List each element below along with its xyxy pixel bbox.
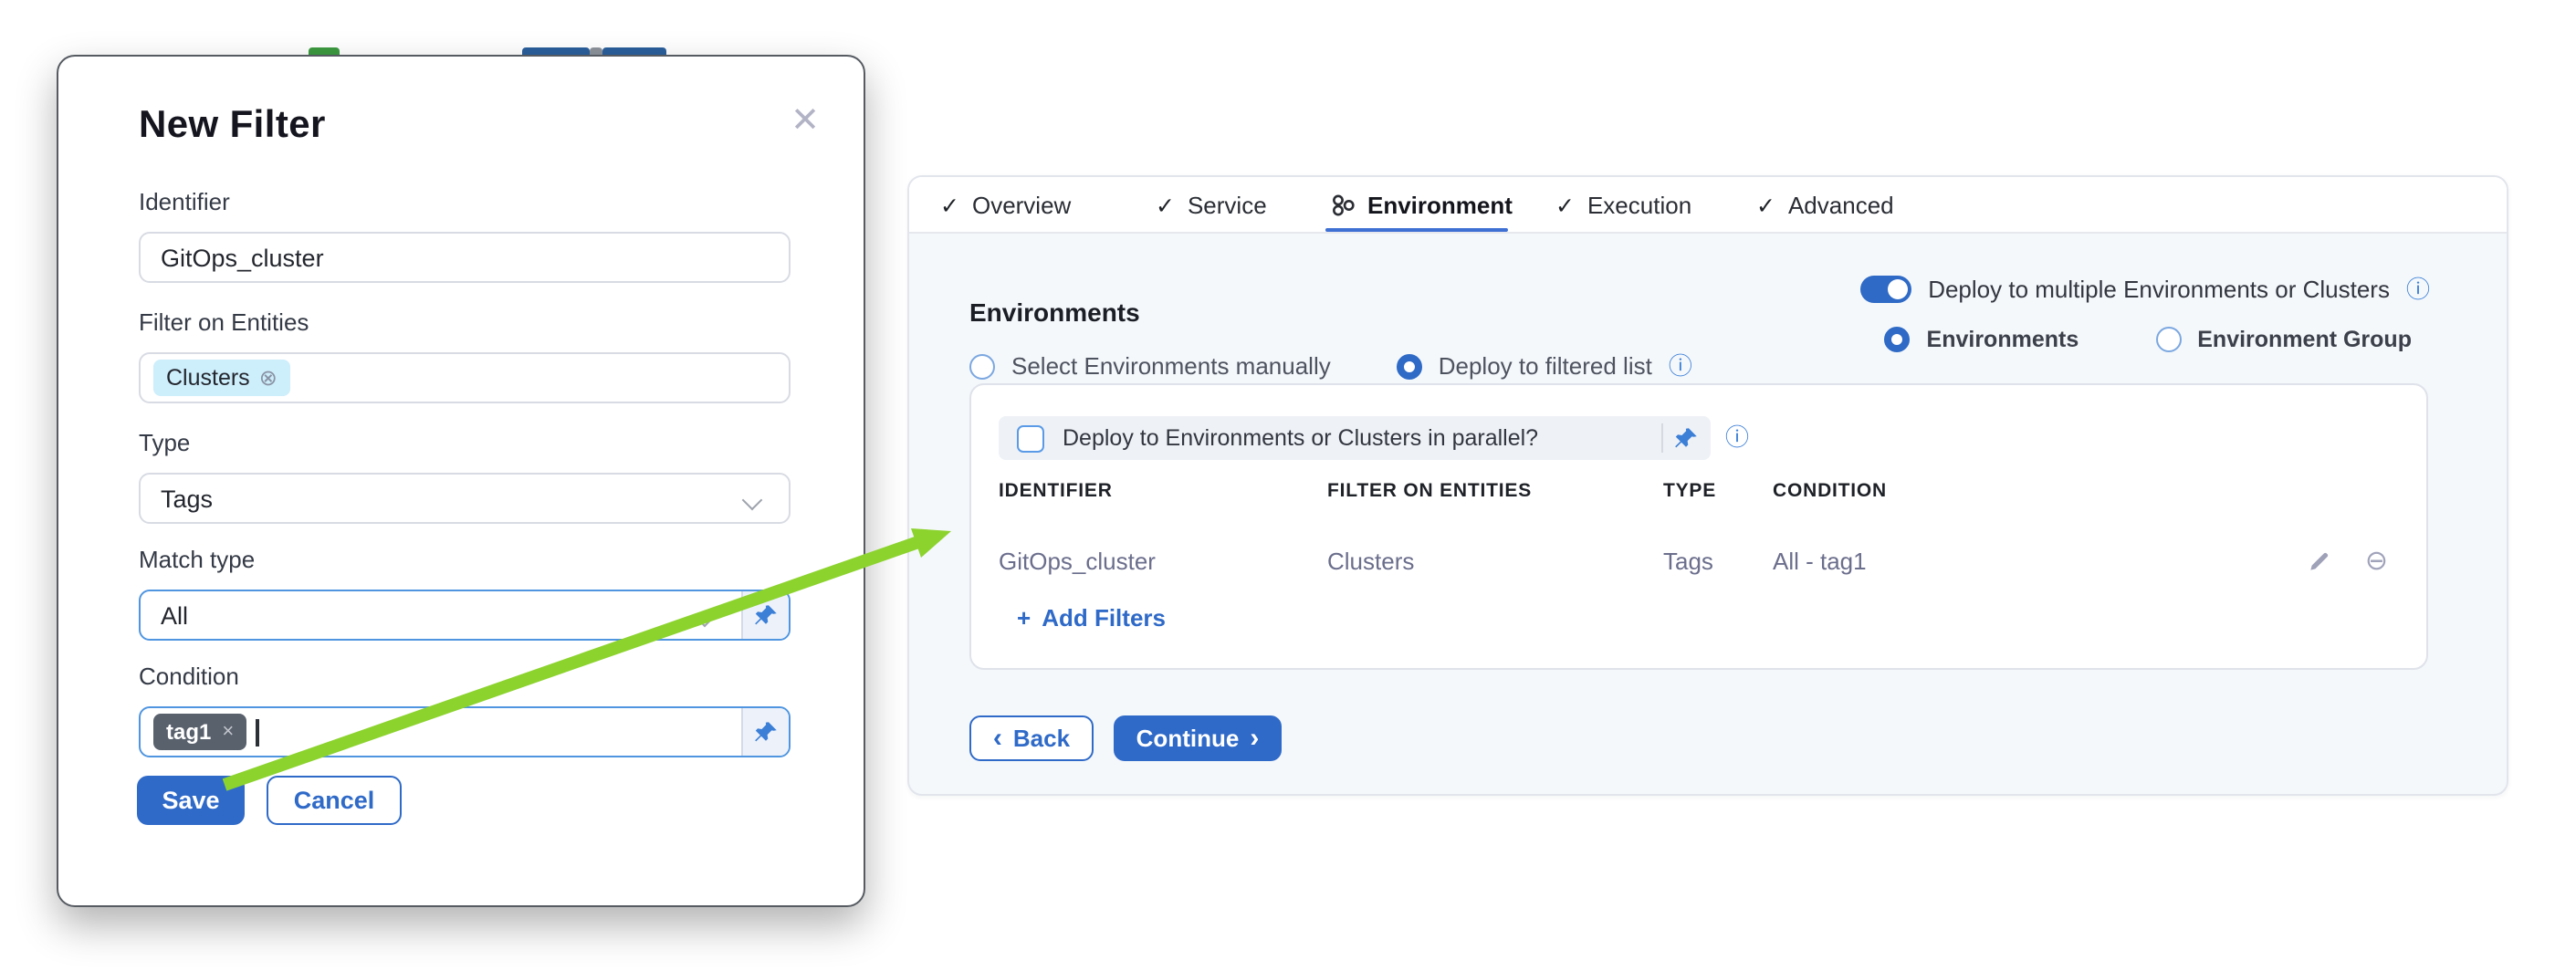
pin-button[interactable] (741, 708, 789, 756)
check-icon: ✓ (1555, 191, 1575, 218)
radio-environments-label: Environments (1927, 327, 2079, 352)
parallel-checkbox[interactable] (1017, 424, 1044, 452)
save-button-label: Save (162, 787, 219, 814)
multi-env-toggle[interactable] (1860, 276, 1911, 303)
pin-icon (1674, 426, 1698, 450)
cancel-button[interactable]: Cancel (267, 776, 402, 825)
chevron-left-icon: ‹ (993, 725, 1002, 752)
tab-service[interactable]: ✓ Service (1156, 177, 1267, 232)
table-row[interactable]: GitOps_cluster Clusters Tags All - tag1 … (999, 538, 2399, 582)
add-filters-button[interactable]: + Add Filters (1017, 604, 1166, 632)
type-label: Type (139, 429, 190, 456)
multi-env-toggle-row: Deploy to multiple Environments or Clust… (1860, 276, 2430, 303)
radio-environment-group[interactable] (2155, 327, 2181, 352)
toggle-knob (1888, 279, 1908, 299)
pin-button[interactable] (1674, 426, 1698, 450)
type-select[interactable]: Tags (139, 473, 791, 524)
radio-deploy-filtered[interactable] (1397, 353, 1422, 379)
wizard-tabbar: ✓ Overview ✓ Service Environment ✓ Execu… (909, 177, 2507, 234)
chevron-down-icon (742, 490, 763, 511)
save-button[interactable]: Save (137, 776, 245, 825)
tab-overview[interactable]: ✓ Overview (940, 177, 1071, 232)
parallel-checkbox-label: Deploy to Environments or Clusters in pa… (1063, 425, 1661, 451)
type-value: Tags (161, 485, 213, 512)
pin-button[interactable] (741, 591, 789, 639)
col-filter-on-entities: FILTER ON ENTITIES (1327, 480, 1663, 502)
divider (1661, 423, 1663, 453)
tab-label: Execution (1587, 191, 1691, 218)
tab-execution[interactable]: ✓ Execution (1555, 177, 1691, 232)
tab-advanced[interactable]: ✓ Advanced (1756, 177, 1894, 232)
match-type-select[interactable]: All (139, 590, 791, 641)
cell-type: Tags (1663, 547, 1773, 574)
text-cursor (256, 718, 258, 746)
info-icon[interactable]: ⓘ (2406, 277, 2430, 301)
edit-pencil-icon[interactable] (2309, 548, 2332, 572)
remove-row-icon[interactable]: ⊖ (2365, 547, 2388, 574)
filters-table-header: IDENTIFIER FILTER ON ENTITIES TYPE CONDI… (999, 480, 2399, 502)
tag1-chip[interactable]: tag1 × (153, 714, 246, 750)
close-icon[interactable]: ✕ (791, 104, 820, 139)
environments-heading: Environments (969, 298, 1140, 327)
info-icon[interactable]: ⓘ (1725, 425, 1749, 449)
new-filter-dialog: New Filter ✕ Identifier GitOps_cluster F… (57, 55, 865, 907)
col-condition: CONDITION (1773, 480, 2242, 502)
back-button[interactable]: ‹ Back (969, 715, 1094, 761)
environment-icon (1331, 193, 1355, 216)
tab-environment[interactable]: Environment (1331, 177, 1513, 232)
cancel-button-label: Cancel (294, 787, 375, 814)
identifier-label: Identifier (139, 188, 230, 215)
tab-label: Overview (972, 191, 1071, 218)
info-icon[interactable]: ⓘ (1669, 354, 1692, 378)
chevron-right-icon: › (1250, 725, 1259, 752)
filter-on-entities-input[interactable]: Clusters ⊗ (139, 352, 791, 403)
condition-input[interactable]: tag1 × (139, 706, 791, 757)
env-target-radios: Environments Environment Group (1885, 327, 2412, 352)
add-filters-label: Add Filters (1042, 604, 1166, 632)
tab-label: Advanced (1788, 191, 1894, 218)
tab-label: Service (1188, 191, 1267, 218)
chip-remove-icon[interactable]: ⊗ (259, 365, 277, 391)
tag1-chip-label: tag1 (166, 719, 211, 745)
clusters-chip-label: Clusters (166, 365, 250, 391)
plus-icon: + (1017, 604, 1031, 632)
check-icon: ✓ (1156, 191, 1175, 218)
pin-icon (754, 720, 778, 744)
radio-environments[interactable] (1885, 327, 1911, 352)
deploy-mode-radios: Select Environments manually Deploy to f… (969, 352, 1692, 380)
tab-label: Environment (1367, 191, 1513, 218)
radio-select-manually-label: Select Environments manually (1011, 352, 1331, 380)
environment-step-panel: ✓ Overview ✓ Service Environment ✓ Execu… (907, 175, 2508, 796)
continue-button-label: Continue (1136, 725, 1240, 752)
chevron-down-icon (695, 607, 716, 628)
cell-identifier: GitOps_cluster (999, 547, 1327, 574)
cell-filter-on-entities: Clusters (1327, 547, 1663, 574)
check-icon: ✓ (1756, 191, 1775, 218)
col-type: TYPE (1663, 480, 1773, 502)
match-type-label: Match type (139, 546, 255, 573)
multi-env-toggle-label: Deploy to multiple Environments or Clust… (1928, 276, 2390, 303)
parallel-option-strip: Deploy to Environments or Clusters in pa… (999, 416, 1711, 460)
identifier-value: GitOps_cluster (161, 244, 324, 271)
identifier-input[interactable]: GitOps_cluster (139, 232, 791, 283)
filters-card: Deploy to Environments or Clusters in pa… (969, 383, 2428, 670)
back-button-label: Back (1013, 725, 1070, 752)
clusters-chip[interactable]: Clusters ⊗ (153, 360, 290, 396)
condition-label: Condition (139, 663, 239, 690)
radio-select-manually[interactable] (969, 353, 995, 379)
radio-deploy-filtered-label: Deploy to filtered list (1439, 352, 1652, 380)
tag-remove-icon[interactable]: × (222, 721, 234, 743)
active-tab-underline (1325, 227, 1508, 232)
match-type-value: All (161, 601, 188, 629)
dialog-title: New Filter (139, 104, 326, 148)
continue-button[interactable]: Continue › (1114, 715, 1282, 761)
radio-environment-group-label: Environment Group (2197, 327, 2412, 352)
pin-icon (754, 603, 778, 627)
filter-on-entities-label: Filter on Entities (139, 308, 309, 336)
check-icon: ✓ (940, 191, 959, 218)
col-identifier: IDENTIFIER (999, 480, 1327, 502)
cell-condition: All - tag1 (1773, 547, 2242, 574)
